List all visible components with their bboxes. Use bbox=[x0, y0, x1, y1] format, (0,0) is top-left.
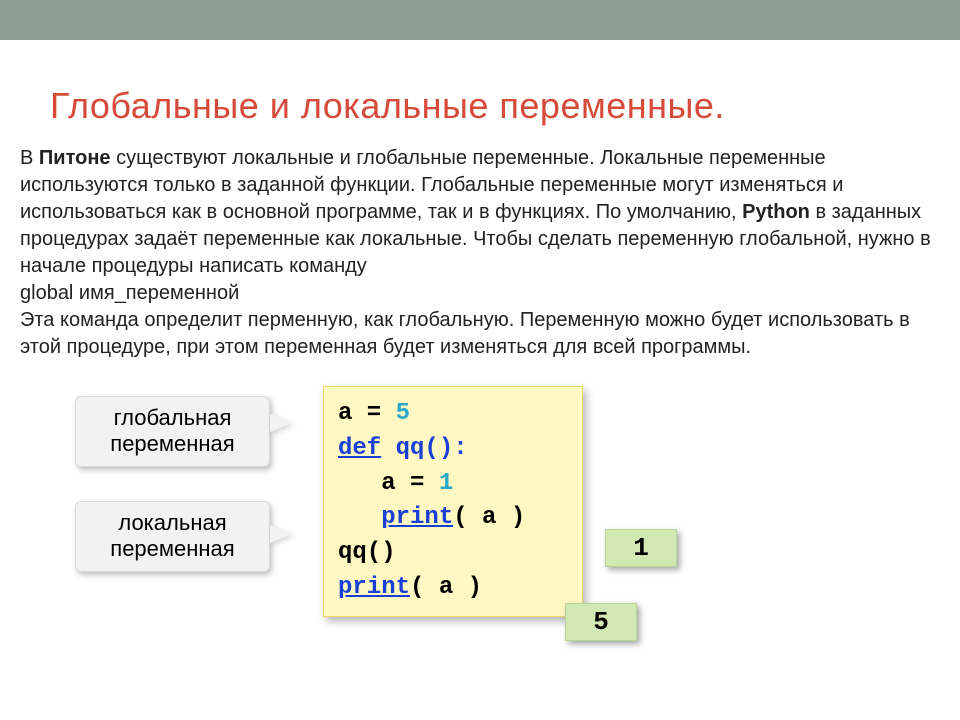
callout-line: глобальная bbox=[114, 405, 232, 430]
bold-piton: Питоне bbox=[39, 147, 111, 169]
code-var: a bbox=[338, 400, 352, 427]
code-number: 1 bbox=[439, 470, 453, 497]
code-call: qq() bbox=[338, 539, 396, 566]
callout-line: переменная bbox=[110, 536, 234, 561]
code-op: = bbox=[352, 400, 395, 427]
code-diagram: глобальная переменная локальная переменн… bbox=[20, 386, 940, 686]
code-sample: a = 5 def qq(): a = 1 print( a ) qq() pr… bbox=[323, 386, 583, 617]
callout-pointer-icon bbox=[270, 525, 292, 543]
callout-global-variable: глобальная переменная bbox=[75, 396, 270, 467]
callout-line: локальная bbox=[118, 510, 226, 535]
slide-title: Глобальные и локальные переменные. bbox=[50, 85, 940, 127]
code-args: ( a ) bbox=[410, 574, 482, 601]
slide-content: Глобальные и локальные переменные. В Пит… bbox=[0, 85, 960, 686]
text-fragment: существуют локальные и глобальные переме… bbox=[20, 147, 843, 223]
output-value-1: 1 bbox=[605, 529, 677, 567]
code-number: 5 bbox=[396, 400, 410, 427]
code-op: = bbox=[396, 470, 439, 497]
code-keyword: def bbox=[338, 435, 381, 462]
top-bar bbox=[0, 0, 960, 40]
callout-pointer-icon bbox=[270, 414, 292, 432]
body-text: В Питоне существуют локальные и глобальн… bbox=[20, 145, 940, 361]
code-command-line: global имя_переменной bbox=[20, 282, 239, 304]
code-args: ( a ) bbox=[453, 504, 525, 531]
text-fragment: В bbox=[20, 147, 39, 169]
code-keyword: print bbox=[338, 574, 410, 601]
text-fragment: Эта команда определит перменную, как гло… bbox=[20, 309, 910, 358]
bold-python: Python bbox=[742, 201, 810, 223]
code-var: a bbox=[338, 470, 396, 497]
callout-line: переменная bbox=[110, 431, 234, 456]
code-fn: qq(): bbox=[381, 435, 467, 462]
callout-local-variable: локальная переменная bbox=[75, 501, 270, 572]
code-indent bbox=[338, 504, 381, 531]
output-value-2: 5 bbox=[565, 603, 637, 641]
code-keyword: print bbox=[381, 504, 453, 531]
